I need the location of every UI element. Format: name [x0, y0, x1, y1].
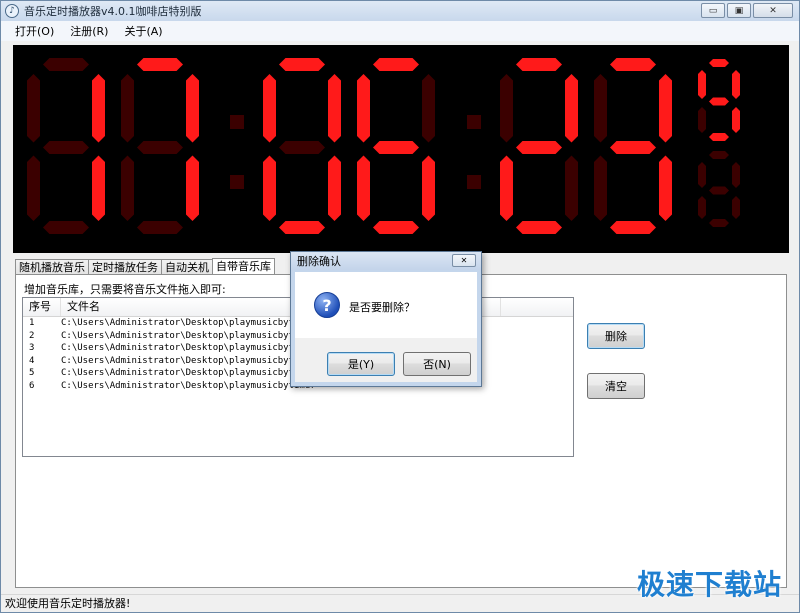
tab-random-play[interactable]: 随机播放音乐: [15, 259, 89, 275]
clock-digit-4-segment: [500, 155, 513, 221]
clock-colon-dot: [230, 175, 244, 189]
clock-digit-2-segment: [279, 221, 325, 234]
row-number: 3: [29, 343, 35, 354]
clock-digit-0-segment: [27, 155, 40, 221]
tab-auto-shutdown[interactable]: 自动关机: [161, 259, 213, 275]
clock-digit-7-segment: [709, 219, 729, 227]
clear-button[interactable]: 清空: [587, 373, 645, 399]
clock-digit-2-segment: [279, 141, 325, 154]
clock-digit-3-segment: [422, 155, 435, 221]
clock-digit-5-segment: [610, 58, 656, 71]
menu-bar: 打开(O) 注册(R) 关于(A): [1, 21, 799, 41]
row-number: 2: [29, 330, 35, 341]
tab-music-library[interactable]: 自带音乐库: [212, 258, 275, 275]
clock-digit-6-segment: [732, 107, 740, 133]
library-hint: 增加音乐库，只需要将音乐文件拖入即可:: [24, 283, 226, 296]
delete-button[interactable]: 删除: [587, 323, 645, 349]
clock-digit-0-segment: [43, 141, 89, 154]
clock-digit-3-segment: [373, 141, 419, 154]
clock-digit-4-segment: [500, 74, 513, 143]
clock-digit-7-segment: [698, 162, 706, 188]
clock-digit-7-segment: [709, 186, 729, 195]
clock-digit-6-segment: [698, 107, 706, 133]
clock-digit-6-segment: [709, 97, 729, 106]
clock-digit-0-segment: [43, 58, 89, 71]
yes-button[interactable]: 是(Y): [327, 352, 395, 376]
clock-digit-2-segment: [279, 58, 325, 71]
clock-digit-5-segment: [610, 141, 656, 154]
clock-digit-7-segment: [732, 162, 740, 188]
delete-confirm-dialog: 删除确认 ✕ ? 是否要删除？ 是(Y) 否(N): [290, 251, 482, 387]
menu-about[interactable]: 关于(A): [116, 23, 170, 39]
clock-digit-1-segment: [137, 221, 183, 234]
clock-digit-0-segment: [92, 155, 105, 221]
clock-digit-4-segment: [516, 141, 562, 154]
clock-digit-1-segment: [186, 74, 199, 143]
dialog-message: 是否要删除？: [349, 301, 415, 314]
window-controls: ▭ ▣ ✕: [701, 3, 793, 18]
clock-digit-5-segment: [594, 155, 607, 221]
watermark-logo: 极速下载站: [636, 568, 782, 601]
clock-digits: [27, 58, 740, 234]
row-number: 1: [29, 318, 35, 328]
clock-digit-5-segment: [659, 155, 672, 221]
clock-digit-1-segment: [121, 74, 134, 143]
clock-colon-dot: [230, 115, 244, 129]
clock-digit-5-segment: [659, 74, 672, 143]
column-header-number[interactable]: 序号: [23, 298, 61, 316]
clock-digit-1-segment: [121, 155, 134, 221]
clock-digit-0-segment: [27, 74, 40, 143]
clock-digit-3-segment: [357, 74, 370, 143]
clock-digit-3-segment: [357, 155, 370, 221]
clock-digit-6-segment: [732, 70, 740, 99]
clock-digit-2-segment: [328, 155, 341, 221]
tab-strip: 随机播放音乐 定时播放任务 自动关机 自带音乐库: [15, 258, 275, 275]
clock-digit-4-segment: [516, 58, 562, 71]
clock-digit-5-segment: [594, 74, 607, 143]
clock-digit-4-segment: [516, 221, 562, 234]
clock-digit-6-segment: [698, 70, 706, 99]
dialog-close-button[interactable]: ✕: [452, 254, 476, 267]
clock-digit-2-segment: [328, 74, 341, 143]
clock-digit-7-segment: [709, 151, 729, 159]
app-icon: ♪: [5, 4, 19, 18]
clock-digit-0-segment: [92, 74, 105, 143]
clock-digit-3-segment: [373, 58, 419, 71]
close-button[interactable]: ✕: [753, 3, 793, 18]
menu-open[interactable]: 打开(O): [7, 23, 62, 39]
clock-digit-5-segment: [610, 221, 656, 234]
row-number: 6: [29, 380, 35, 391]
clock-digit-6-segment: [709, 59, 729, 67]
clock-digit-4-segment: [565, 155, 578, 221]
question-icon: ?: [314, 292, 340, 318]
clock-digit-3-segment: [373, 221, 419, 234]
dialog-body: ? 是否要删除？: [295, 272, 477, 338]
clock-digit-4-segment: [565, 74, 578, 143]
window-title: 音乐定时播放器v4.0.1咖啡店特别版: [24, 5, 202, 18]
row-number: 5: [29, 368, 35, 379]
clock-digit-2-segment: [263, 155, 276, 221]
row-number: 4: [29, 355, 35, 366]
clock-colon-dot: [467, 115, 481, 129]
menu-register[interactable]: 注册(R): [62, 23, 116, 39]
clock-digit-7-segment: [732, 196, 740, 219]
minimize-button[interactable]: ▭: [701, 3, 725, 18]
clock-digit-7-segment: [698, 196, 706, 219]
clock-digit-6-segment: [709, 133, 729, 141]
clock-digit-0-segment: [43, 221, 89, 234]
no-button[interactable]: 否(N): [403, 352, 471, 376]
clock-digit-1-segment: [186, 155, 199, 221]
tab-scheduled-tasks[interactable]: 定时播放任务: [88, 259, 162, 275]
clock-display: [13, 45, 789, 253]
title-bar: ♪ 音乐定时播放器v4.0.1咖啡店特别版 ▭ ▣ ✕: [1, 1, 799, 21]
clock-digit-1-segment: [137, 141, 183, 154]
clock-digit-1-segment: [137, 58, 183, 71]
clock-digit-2-segment: [263, 74, 276, 143]
clock-digit-3-segment: [422, 74, 435, 143]
clock-colon-dot: [467, 175, 481, 189]
restore-button[interactable]: ▣: [727, 3, 751, 18]
